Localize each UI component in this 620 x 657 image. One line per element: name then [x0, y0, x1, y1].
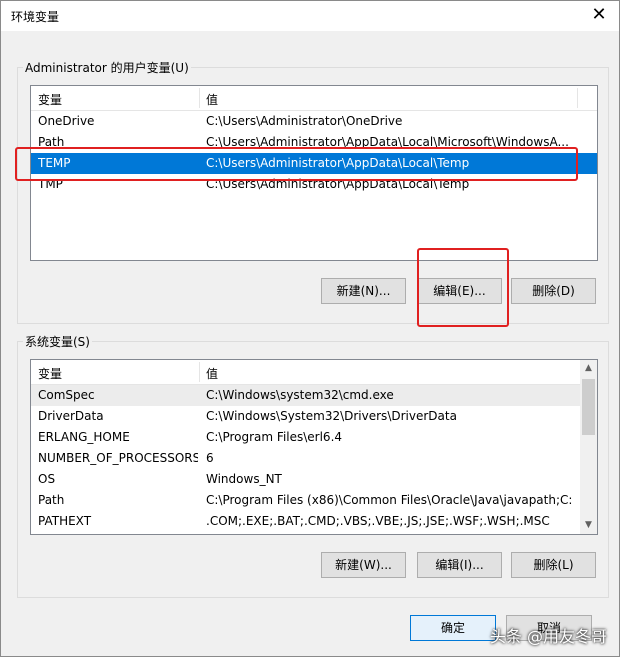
- column-header-name[interactable]: 变量: [38, 365, 62, 382]
- title-bar: 环境变量 ✕: [1, 1, 619, 31]
- vertical-scrollbar[interactable]: ▲ ▼: [580, 360, 597, 534]
- variable-name: OS: [38, 472, 56, 486]
- variable-name: NUMBER_OF_PROCESSORS: [38, 451, 198, 465]
- variable-value: C:\Windows\System32\Drivers\DriverData: [206, 409, 457, 423]
- system-delete-button[interactable]: 删除(L): [511, 552, 596, 578]
- annotation-box-temp-row: [15, 147, 578, 181]
- variable-name: PATHEXT: [38, 514, 92, 528]
- list-header: 变量 值: [31, 360, 580, 385]
- column-header-value[interactable]: 值: [206, 91, 218, 108]
- list-header: 变量 值: [31, 86, 597, 111]
- scroll-up-icon[interactable]: ▲: [580, 360, 597, 377]
- column-header-value[interactable]: 值: [206, 365, 218, 382]
- list-item[interactable]: OneDrive C:\Users\Administrator\OneDrive: [31, 111, 597, 132]
- ok-button[interactable]: 确定: [410, 615, 496, 641]
- variable-name: ComSpec: [38, 388, 95, 402]
- system-variables-list[interactable]: 变量 值 ComSpec C:\Windows\system32\cmd.exe D…: [30, 359, 598, 535]
- window-title: 环境变量: [11, 10, 60, 24]
- user-new-button[interactable]: 新建(N)...: [321, 278, 406, 304]
- annotation-box-edit-button: [417, 248, 509, 327]
- scroll-down-icon[interactable]: ▼: [580, 517, 597, 534]
- variable-value: 6: [206, 451, 214, 465]
- user-delete-button[interactable]: 删除(D): [511, 278, 596, 304]
- variable-value: Windows_NT: [206, 472, 282, 486]
- scroll-thumb[interactable]: [582, 379, 595, 435]
- variable-name: OneDrive: [38, 114, 95, 128]
- variable-value: C:\Program Files (x86)\Common Files\Orac…: [206, 493, 572, 507]
- variable-value: C:\Windows\system32\cmd.exe: [206, 388, 394, 402]
- list-item[interactable]: OS Windows_NT: [31, 469, 580, 490]
- list-item[interactable]: PATHEXT .COM;.EXE;.BAT;.CMD;.VBS;.VBE;.JS…: [31, 511, 580, 532]
- system-new-button[interactable]: 新建(W)...: [321, 552, 406, 578]
- variable-value: C:\Program Files\erl6.4: [206, 430, 343, 444]
- column-header-name[interactable]: 变量: [38, 91, 62, 108]
- list-item[interactable]: NUMBER_OF_PROCESSORS 6: [31, 448, 580, 469]
- user-variables-label: Administrator 的用户变量(U): [23, 59, 191, 76]
- variable-name: DriverData: [38, 409, 104, 423]
- list-item[interactable]: ComSpec C:\Windows\system32\cmd.exe: [31, 385, 580, 406]
- variable-name: Path: [38, 493, 65, 507]
- system-variables-label: 系统变量(S): [23, 333, 92, 350]
- watermark: 头条 @用友冬哥: [489, 627, 607, 646]
- list-item[interactable]: DriverData C:\Windows\System32\Drivers\Dr…: [31, 406, 580, 427]
- variable-value: C:\Users\Administrator\OneDrive: [206, 114, 403, 128]
- close-icon[interactable]: ✕: [587, 4, 611, 25]
- variable-value: .COM;.EXE;.BAT;.CMD;.VBS;.VBE;.JS;.JSE;.…: [206, 514, 550, 528]
- list-item[interactable]: ERLANG_HOME C:\Program Files\erl6.4: [31, 427, 580, 448]
- variable-name: ERLANG_HOME: [38, 430, 130, 444]
- list-item[interactable]: Path C:\Program Files (x86)\Common Files\…: [31, 490, 580, 511]
- environment-variables-dialog: 环境变量 ✕ Administrator 的用户变量(U) 变量 值 OneDr…: [0, 0, 620, 657]
- system-edit-button[interactable]: 编辑(I)...: [417, 552, 502, 578]
